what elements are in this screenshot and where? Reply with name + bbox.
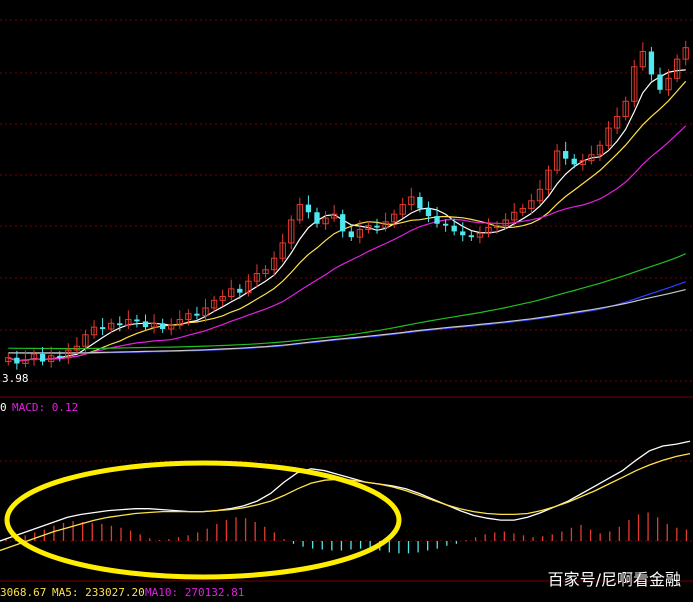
candle-body: [460, 231, 466, 236]
candle-body: [451, 225, 457, 232]
ma-green-line: [8, 253, 686, 350]
ma-white-line: [8, 69, 686, 362]
dea-line: [0, 452, 691, 552]
macd-lines: [0, 440, 691, 552]
candle-body: [468, 235, 474, 238]
candle-body: [14, 357, 20, 364]
macd-prefix-label: 0: [0, 401, 7, 414]
candle-body: [657, 74, 663, 90]
candle-body: [305, 204, 312, 213]
candle-body: [374, 225, 380, 228]
ma-yellow-line: [8, 80, 687, 362]
ma-gray-line: [8, 289, 686, 354]
macd-histogram: [5, 512, 688, 554]
candle-body: [648, 51, 655, 75]
candle-body: [194, 313, 200, 316]
price-low-label: 3.98: [2, 372, 29, 385]
moving-average-lines: [8, 69, 687, 362]
volume-value-label: 3068.67: [0, 586, 47, 599]
candlesticks: [5, 40, 689, 370]
dif-line: [0, 440, 691, 542]
macd-value-label: MACD: 0.12: [12, 401, 79, 414]
candle-body: [571, 158, 577, 165]
candle-body: [99, 327, 106, 330]
candle-body: [442, 223, 449, 226]
watermark: 百家号/尼啊看金融: [547, 570, 681, 589]
candle-body: [425, 208, 432, 217]
highlight-ellipse: [4, 460, 402, 580]
candle-body: [237, 288, 243, 293]
grid-lines: [0, 19, 693, 582]
candle-body: [117, 323, 123, 326]
candle-body: [348, 231, 354, 238]
candle-body: [159, 323, 166, 330]
volume-ma10-label: MA10: 270132.81: [145, 586, 245, 599]
volume-ma5-label: MA5: 233027.20: [52, 586, 145, 599]
candle-body: [340, 214, 346, 232]
candle-body: [434, 216, 440, 224]
candle-body: [314, 212, 320, 224]
candle-body: [142, 321, 149, 328]
ma-blue-line: [8, 281, 686, 354]
candle-body: [563, 151, 569, 159]
stock-chart: [0, 19, 693, 582]
candle-body: [134, 319, 140, 322]
candle-body: [417, 196, 423, 209]
candle-body: [39, 353, 46, 362]
candle-body: [57, 355, 63, 358]
